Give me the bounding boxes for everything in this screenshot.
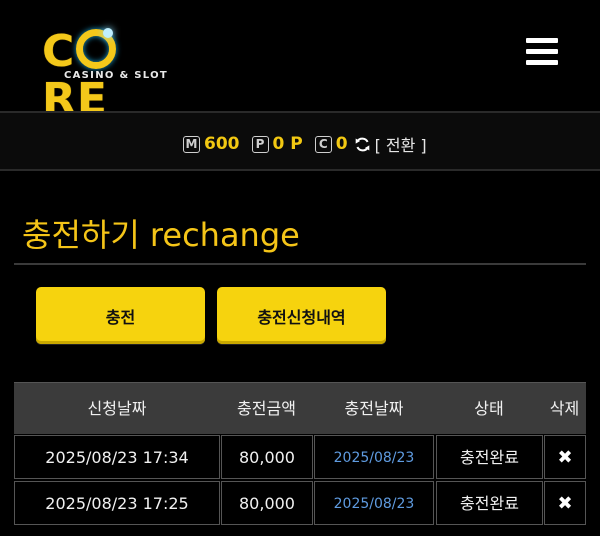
title-divider [14, 263, 586, 265]
delete-x-icon[interactable]: ✖ [557, 493, 572, 514]
site-header: CRE CASINO & SLOT [0, 0, 600, 124]
money-icon: M [183, 135, 200, 153]
header-status: 상태 [474, 399, 504, 418]
table-header: 신청날짜 충전금액 충전날짜 상태 삭제 [14, 382, 586, 434]
cell-request-date: 2025/08/23 17:34 [14, 435, 220, 479]
cell-status: 충전완료 [436, 481, 543, 525]
header-request-date: 신청날짜 [87, 399, 147, 418]
header-charge-date: 충전날짜 [344, 399, 404, 418]
cell-request-date: 2025/08/23 17:25 [14, 481, 220, 525]
cell-status: 충전완료 [436, 435, 543, 479]
page-title: 충전하기 rechange [22, 216, 300, 254]
coin-value: 0 [335, 134, 348, 154]
header-amount: 충전금액 [237, 399, 296, 418]
charge-history-button[interactable]: 충전신청내역 [217, 287, 386, 344]
money-value: 600 [204, 134, 240, 154]
table-row: 2025/08/23 17:25 80,000 2025/08/23 충전완료 … [14, 481, 586, 527]
points-summary: M 600 P 0 P C 0 [ 전환 ] [183, 133, 427, 155]
convert-link[interactable]: [ 전환 ] [375, 132, 427, 156]
point-icon: P [251, 135, 269, 153]
cell-charge-date: 2025/08/23 [314, 435, 434, 479]
cell-delete: ✖ [544, 481, 586, 525]
delete-x-icon[interactable]: ✖ [557, 447, 572, 468]
table-row: 2025/08/23 17:34 80,000 2025/08/23 충전완료 … [14, 435, 586, 481]
cell-delete: ✖ [544, 435, 586, 479]
cell-amount: 80,000 [221, 481, 313, 525]
cell-charge-date: 2025/08/23 [314, 481, 434, 525]
charge-button[interactable]: 충전 [36, 287, 205, 344]
point-value: 0 P [272, 134, 303, 154]
core-logo[interactable]: CRE CASINO & SLOT [42, 28, 182, 124]
refresh-icon[interactable] [354, 136, 371, 153]
hamburger-menu-icon[interactable] [526, 36, 558, 66]
cell-amount: 80,000 [221, 435, 313, 479]
header-delete: 삭제 [549, 399, 580, 418]
logo-o-ring-icon [76, 28, 117, 69]
charge-table: 신청날짜 충전금액 충전날짜 상태 삭제 2025/08/23 17:34 80… [14, 382, 586, 527]
points-bar: M 600 P 0 P C 0 [ 전환 ] [0, 111, 600, 171]
coin-icon: C [314, 135, 332, 153]
logo-subtitle: CASINO & SLOT [64, 70, 168, 81]
